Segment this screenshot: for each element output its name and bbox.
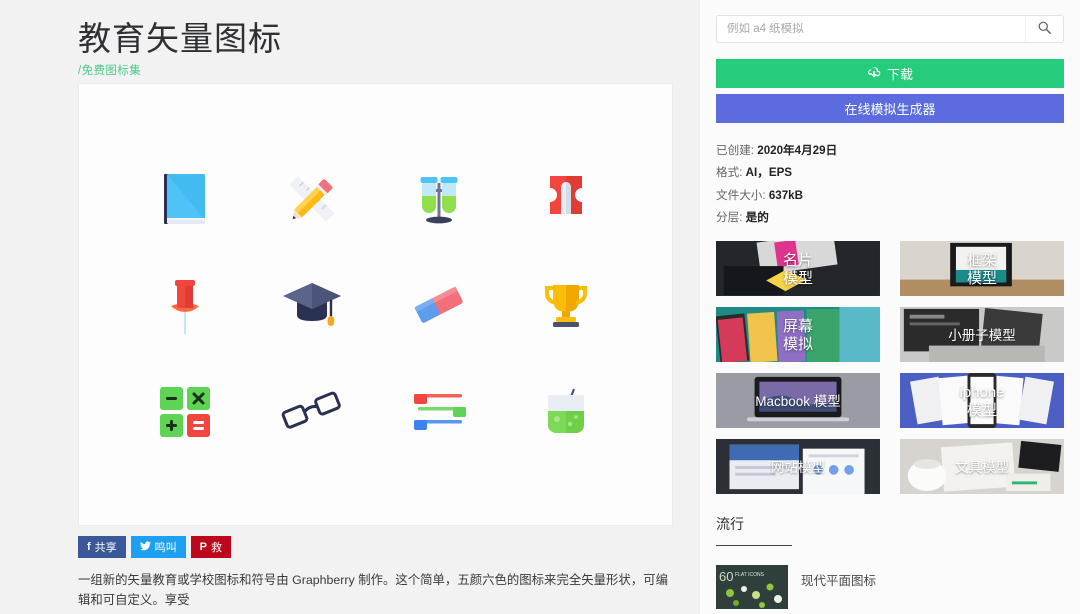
search-input[interactable] <box>717 23 1025 35</box>
sidebar: 下载 在线模拟生成器 已创建: 2020年4月29日 格式: AI，EPS 文件… <box>699 0 1080 614</box>
meta-key-format: 格式: <box>716 166 743 180</box>
mockup-thumb-macbook[interactable]: Macbook 模型 <box>716 373 880 430</box>
meta-value-layered: 是的 <box>745 210 769 224</box>
share-pinterest-label: 救 <box>211 542 223 554</box>
mockup-thumb-website[interactable]: 网站模型 <box>716 439 880 496</box>
books-stack-icon <box>401 374 477 450</box>
mockup-thumb-iphone[interactable]: iphone 模型 <box>900 373 1064 430</box>
mockup-thumb-label-macbook: Macbook 模型 <box>755 393 841 409</box>
popular-list-item[interactable]: 60 FLAT ICONS 现代平面图标 <box>716 565 1064 609</box>
popular-thumb-number: 60 <box>719 569 733 584</box>
meta-key-filesize: 文件大小: <box>716 188 766 202</box>
meta-key-created: 已创建: <box>716 144 755 157</box>
download-button-label: 下载 <box>886 67 913 82</box>
eraser-icon <box>401 267 477 343</box>
mockup-thumbnail-grid: 名片 模型 框架 模型 屏幕 模拟 小册子模型 Macbook 模型 iphon… <box>716 241 1064 496</box>
popular-item-thumbnail: 60 FLAT ICONS <box>716 565 788 609</box>
main-content: 教育矢量图标 /免费图标集 f 共享 鸣叫 P 救 一组新的矢量教育或学校图标和… <box>0 0 690 614</box>
mockup-thumb-frame[interactable]: 框架 模型 <box>900 241 1064 298</box>
flat-icons-art: 60 FLAT ICONS <box>716 565 788 609</box>
title-block: 教育矢量图标 /免费图标集 <box>0 0 690 78</box>
mockup-thumb-stationery[interactable]: 文具模型 <box>900 439 1064 496</box>
facebook-icon: f <box>87 540 91 553</box>
search-icon <box>1038 21 1051 37</box>
glasses-icon <box>274 374 350 450</box>
cloud-download-icon <box>867 66 881 81</box>
math-symbols-icon <box>147 374 223 450</box>
meta-value-created: 2020年4月29日 <box>757 144 838 157</box>
share-twitter-button[interactable]: 鸣叫 <box>130 536 186 558</box>
popular-item-title: 现代平面图标 <box>801 574 877 588</box>
share-facebook-button[interactable]: f 共享 <box>78 536 126 558</box>
download-button[interactable]: 下载 <box>716 59 1064 88</box>
beaker-icon <box>528 374 604 450</box>
twitter-icon <box>139 540 151 554</box>
icon-preview-card[interactable] <box>78 83 673 526</box>
mockup-thumb-label-iphone: iphone 模型 <box>959 384 1005 419</box>
mockup-thumb-label-brochure: 小册子模型 <box>948 327 1016 343</box>
meta-value-format: AI，EPS <box>745 166 793 180</box>
pushpin-icon <box>147 267 223 343</box>
search-bar <box>716 15 1064 43</box>
mockup-thumb-label-business-card: 名片 模型 <box>782 252 813 287</box>
file-meta: 已创建: 2020年4月29日 格式: AI，EPS 文件大小: 637kB 分… <box>716 140 1064 229</box>
mockup-thumb-brochure[interactable]: 小册子模型 <box>900 307 1064 364</box>
popular-divider <box>716 545 792 546</box>
share-twitter-label: 鸣叫 <box>154 542 177 554</box>
meta-row-created: 已创建: 2020年4月29日 <box>716 140 1064 162</box>
mockup-thumb-label-frame: 框架 模型 <box>966 252 997 287</box>
share-facebook-label: 共享 <box>94 542 117 554</box>
description-text: 一组新的矢量教育或学校图标和符号由 Graphberry 制作。这个简单，五颜六… <box>78 573 668 608</box>
mockup-thumb-label-stationery: 文具模型 <box>955 459 1009 475</box>
pinterest-icon: P <box>199 540 208 553</box>
mockup-thumb-screen[interactable]: 屏幕 模拟 <box>716 307 880 364</box>
sharpener-icon <box>528 161 604 237</box>
meta-row-filesize: 文件大小: 637kB <box>716 185 1064 207</box>
popular-heading: 流行 <box>716 516 744 532</box>
meta-key-layered: 分层: <box>716 210 743 224</box>
trophy-icon <box>528 267 604 343</box>
meta-row-layered: 分层: 是的 <box>716 207 1064 229</box>
page-title: 教育矢量图标 <box>78 20 282 57</box>
test-tubes-icon <box>401 161 477 237</box>
mockup-thumb-business-card[interactable]: 名片 模型 <box>716 241 880 298</box>
meta-value-filesize: 637kB <box>768 188 804 202</box>
page-root: 教育矢量图标 /免费图标集 f 共享 鸣叫 P 救 一组新的矢量教育或学校图标和… <box>0 0 1080 614</box>
page-subtitle: /免费图标集 <box>78 65 142 78</box>
graduation-cap-icon <box>274 267 350 343</box>
social-share-row: f 共享 鸣叫 P 救 <box>78 536 232 558</box>
search-button[interactable] <box>1025 16 1063 42</box>
mockup-thumb-label-screen: 屏幕 模拟 <box>782 318 813 353</box>
pencil-ruler-icon <box>274 161 350 237</box>
share-pinterest-button[interactable]: P 救 <box>190 536 232 558</box>
online-mockup-generator-label: 在线模拟生成器 <box>844 102 936 117</box>
book-icon <box>147 161 223 237</box>
popular-thumb-subtitle: FLAT ICONS <box>735 572 765 578</box>
mockup-thumb-label-website: 网站模型 <box>771 459 825 475</box>
icon-grid <box>79 84 672 525</box>
meta-row-format: 格式: AI，EPS <box>716 162 1064 184</box>
online-mockup-generator-button[interactable]: 在线模拟生成器 <box>716 94 1064 123</box>
